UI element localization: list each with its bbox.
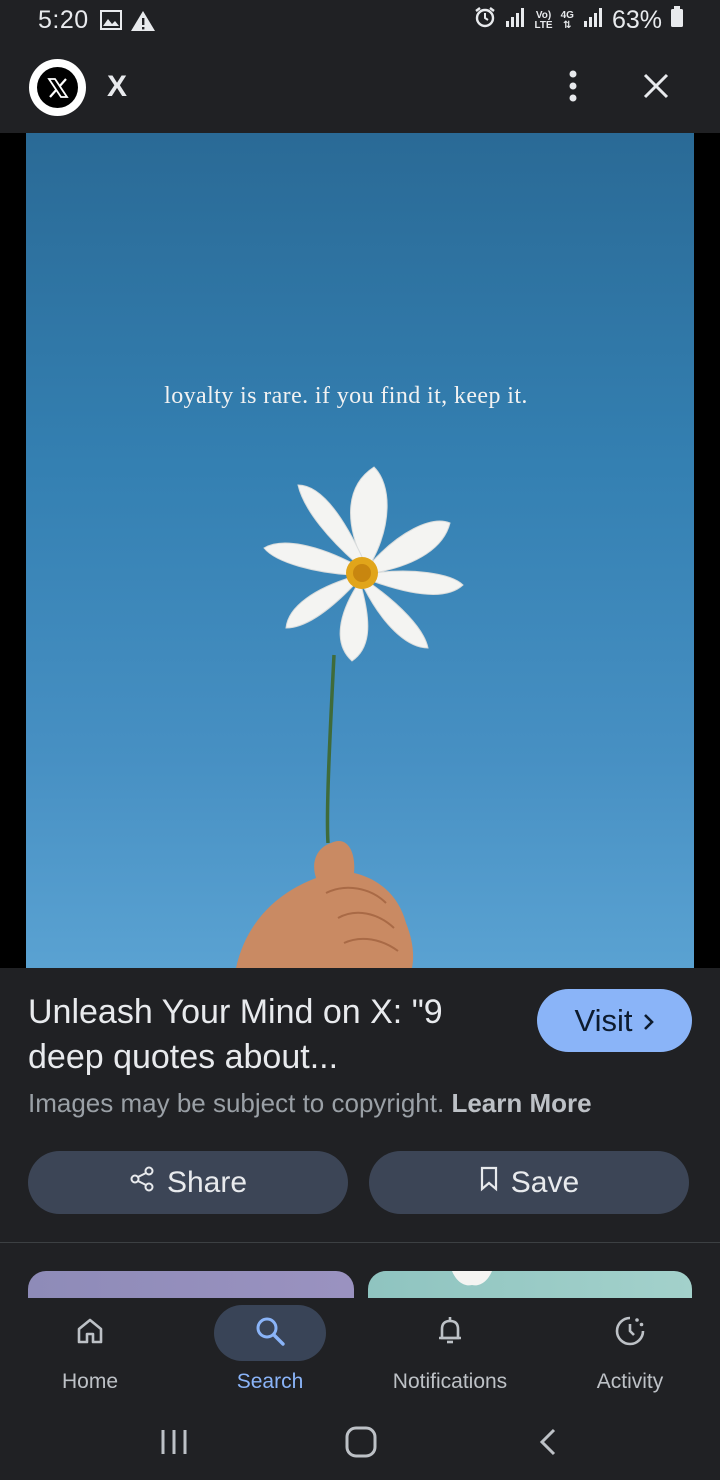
close-icon	[643, 73, 669, 104]
volte-indicator: Vo) LTE	[534, 10, 553, 31]
status-time: 5:20	[38, 6, 89, 34]
related-image-thumbnail[interactable]	[368, 1271, 692, 1301]
nav-search[interactable]: Search	[180, 1298, 360, 1408]
nav-activity-label: Activity	[596, 1370, 664, 1393]
share-icon	[129, 1166, 155, 1200]
battery-icon	[670, 6, 684, 35]
related-image-thumbnail[interactable]	[28, 1271, 354, 1301]
battery-percent: 63%	[611, 6, 662, 34]
save-button[interactable]: Save	[369, 1151, 689, 1214]
learn-more-link[interactable]: Learn More	[451, 1088, 591, 1118]
nav-home[interactable]: Home	[0, 1298, 180, 1408]
nav-activity-pill	[574, 1305, 686, 1361]
activity-icon	[613, 1314, 647, 1353]
search-icon	[254, 1315, 286, 1352]
copyright-notice: Images may be subject to copyright. Lear…	[28, 1088, 592, 1119]
lte-label: LTE	[534, 19, 553, 31]
home-circle-icon	[345, 1426, 377, 1463]
section-divider	[0, 1242, 720, 1243]
nav-activity[interactable]: Activity	[540, 1298, 720, 1408]
more-vert-icon	[568, 70, 578, 107]
share-button[interactable]: Share	[28, 1151, 348, 1214]
more-options-button[interactable]	[552, 66, 594, 110]
result-image[interactable]: loyalty is rare. if you find it, keep it…	[26, 133, 694, 968]
copyright-text: Images may be subject to copyright.	[28, 1088, 445, 1118]
nav-search-label: Search	[236, 1370, 304, 1393]
save-label: Save	[510, 1165, 580, 1199]
image-preview-area: loyalty is rare. if you find it, keep it…	[0, 133, 720, 1070]
signal-icon	[504, 6, 526, 35]
status-bar: 5:20 Vo) LTE 4G ⇅ 63%	[0, 0, 720, 44]
nav-home-label: Home	[61, 1370, 119, 1393]
result-title[interactable]: Unleash Your Mind on X: "9 deep quotes a…	[28, 990, 508, 1080]
nav-notifications[interactable]: Notifications	[360, 1298, 540, 1408]
bell-icon	[435, 1315, 465, 1352]
bottom-navigation: Home Search Notifications Activity	[0, 1298, 720, 1408]
x-logo-icon	[29, 59, 86, 116]
share-label: Share	[166, 1165, 248, 1199]
signal-icon-2	[582, 6, 604, 35]
app-title: X	[107, 70, 128, 103]
close-button[interactable]	[634, 66, 678, 110]
status-right: Vo) LTE 4G ⇅ 63%	[474, 6, 684, 35]
visit-button[interactable]: Visit	[537, 989, 692, 1052]
gallery-icon	[100, 10, 122, 35]
data-arrows-icon: ⇅	[563, 19, 572, 31]
nav-search-pill	[214, 1305, 326, 1361]
flower-illustration	[236, 466, 464, 968]
nav-notifications-label: Notifications	[392, 1370, 508, 1393]
home-system-button[interactable]	[331, 1422, 391, 1466]
home-icon	[75, 1316, 105, 1351]
recent-apps-button[interactable]	[144, 1422, 204, 1466]
flower-thumb-icon	[452, 1271, 492, 1286]
nav-notifications-pill	[394, 1305, 506, 1361]
system-navigation-bar	[0, 1408, 720, 1480]
chevron-right-icon	[643, 1003, 655, 1039]
warning-icon	[130, 10, 156, 37]
bookmark-icon	[479, 1166, 499, 1200]
network-4g-indicator: 4G ⇅	[561, 10, 574, 31]
alarm-icon	[474, 6, 496, 35]
result-info: Unleash Your Mind on X: "9 deep quotes a…	[0, 968, 720, 1243]
visit-label: Visit	[574, 1002, 633, 1038]
back-button[interactable]	[518, 1422, 578, 1466]
recent-apps-icon	[159, 1428, 189, 1461]
nav-home-pill	[34, 1305, 146, 1361]
app-bar: X	[0, 44, 720, 133]
back-icon	[538, 1427, 558, 1462]
